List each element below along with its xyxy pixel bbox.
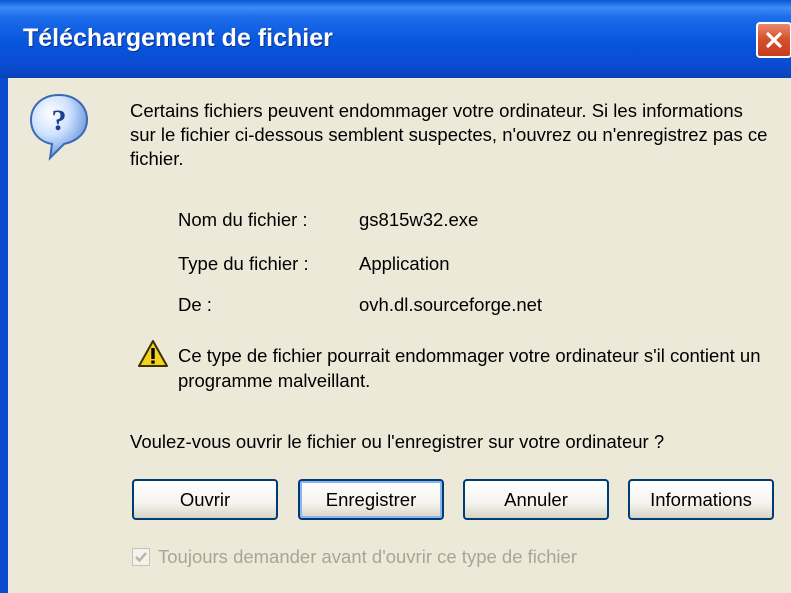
checkmark-icon — [135, 552, 147, 563]
warning-message: Ce type de fichier pourrait endommager v… — [178, 345, 761, 391]
save-button[interactable]: Enregistrer — [298, 479, 444, 520]
close-icon — [766, 32, 782, 48]
source-value: ovh.dl.sourceforge.net — [359, 294, 543, 315]
close-button[interactable] — [756, 22, 791, 58]
cancel-button[interactable]: Annuler — [463, 479, 609, 520]
always-ask-label: Toujours demander avant d'ouvrir ce type… — [158, 546, 577, 567]
filetype-value: Application — [359, 253, 450, 274]
source-label: De : — [178, 294, 212, 315]
intro-message: Certains fichiers peuvent endommager vot… — [130, 100, 768, 169]
filename-value: gs815w32.exe — [359, 209, 479, 230]
file-download-dialog: Téléchargement de fichier ? Certains fic… — [0, 0, 791, 593]
filetype-label: Type du fichier : — [178, 253, 309, 274]
svg-text:?: ? — [52, 104, 67, 137]
title-bar[interactable]: Téléchargement de fichier — [0, 0, 791, 78]
always-ask-option[interactable]: Toujours demander avant d'ouvrir ce type… — [132, 545, 577, 569]
question-text: Voulez-vous ouvrir le fichier ou l'enreg… — [130, 431, 665, 452]
warning-icon — [138, 340, 168, 367]
always-ask-checkbox[interactable] — [132, 548, 150, 566]
info-button[interactable]: Informations — [628, 479, 774, 520]
window-title: Téléchargement de fichier — [23, 24, 333, 52]
window-frame-left — [0, 78, 8, 593]
filename-label: Nom du fichier : — [178, 209, 308, 230]
question-icon: ? — [29, 93, 89, 161]
open-button[interactable]: Ouvrir — [132, 479, 278, 520]
